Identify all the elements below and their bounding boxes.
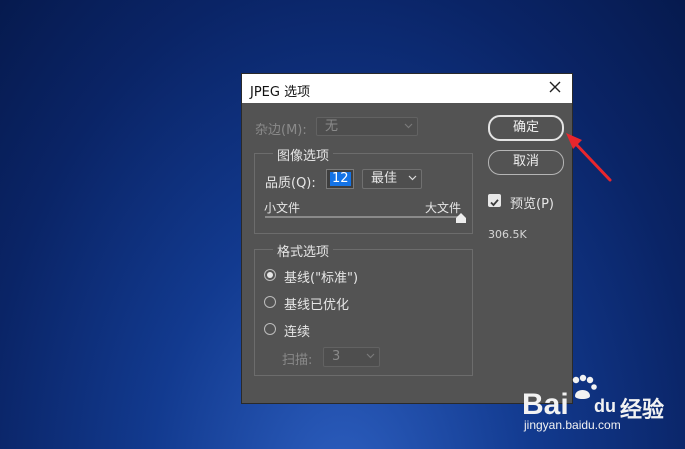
format-option-label: 连续 xyxy=(284,325,311,340)
matte-label: 杂边(M): xyxy=(255,123,307,138)
format-option-label: 基线已优化 xyxy=(284,298,350,313)
image-options-title: 图像选项 xyxy=(273,145,334,164)
preview-label: 预览(P) xyxy=(510,197,554,212)
file-size: 306.5K xyxy=(488,228,527,241)
matte-select[interactable]: 无 xyxy=(316,117,418,136)
format-option-radio-baseline[interactable] xyxy=(264,269,276,281)
small-file-label: 小文件 xyxy=(264,201,301,215)
chevron-down-icon xyxy=(404,123,413,129)
watermark-brand-bai: Bai xyxy=(522,388,569,421)
matte-value: 无 xyxy=(325,119,339,134)
quality-value: 12 xyxy=(330,171,351,186)
watermark-url: jingyan.baidu.com xyxy=(524,418,621,432)
scans-select[interactable]: 3 xyxy=(323,347,380,367)
red-arrow-annotation xyxy=(566,133,612,182)
chevron-down-icon xyxy=(408,175,417,181)
format-option-radio-baseline-optimized[interactable] xyxy=(264,296,276,308)
chevron-down-icon xyxy=(366,353,375,359)
scans-value: 3 xyxy=(332,349,341,364)
image-options-group: 图像选项 品质(Q): 12 最佳 小文件 大文件 xyxy=(254,145,473,234)
format-options-group: 格式选项 基线("标准") 基线已优化 连续 扫描: 3 xyxy=(254,241,473,376)
scans-label: 扫描: xyxy=(282,353,313,368)
close-icon[interactable] xyxy=(548,80,562,94)
format-option-label: 基线("标准") xyxy=(284,271,359,286)
watermark-brand-suffix: 经验 xyxy=(620,397,665,422)
dialog-titlebar: JPEG 选项 xyxy=(242,74,572,103)
preview-checkbox[interactable] xyxy=(488,194,501,207)
baidu-jingyan-watermark: Bai du 经验 jingyan.baidu.com xyxy=(520,374,680,434)
quality-label: 品质(Q): xyxy=(265,176,316,191)
quality-preset-value: 最佳 xyxy=(371,171,398,186)
quality-input[interactable]: 12 xyxy=(326,169,354,189)
dialog-title: JPEG 选项 xyxy=(250,85,311,100)
quality-preset-select[interactable]: 最佳 xyxy=(362,169,422,189)
ok-button[interactable]: 确定 xyxy=(488,115,564,141)
format-options-title: 格式选项 xyxy=(273,241,334,260)
jpeg-options-dialog: JPEG 选项 杂边(M): 无 图像选项 品质(Q): 12 最佳 小文件 大… xyxy=(241,73,573,404)
watermark-brand-du: du xyxy=(594,396,616,416)
cancel-button[interactable]: 取消 xyxy=(488,150,564,175)
quality-slider-track[interactable] xyxy=(265,216,461,218)
quality-slider-thumb[interactable] xyxy=(456,213,466,223)
checkmark-icon xyxy=(490,199,499,207)
format-option-radio-progressive[interactable] xyxy=(264,323,276,335)
